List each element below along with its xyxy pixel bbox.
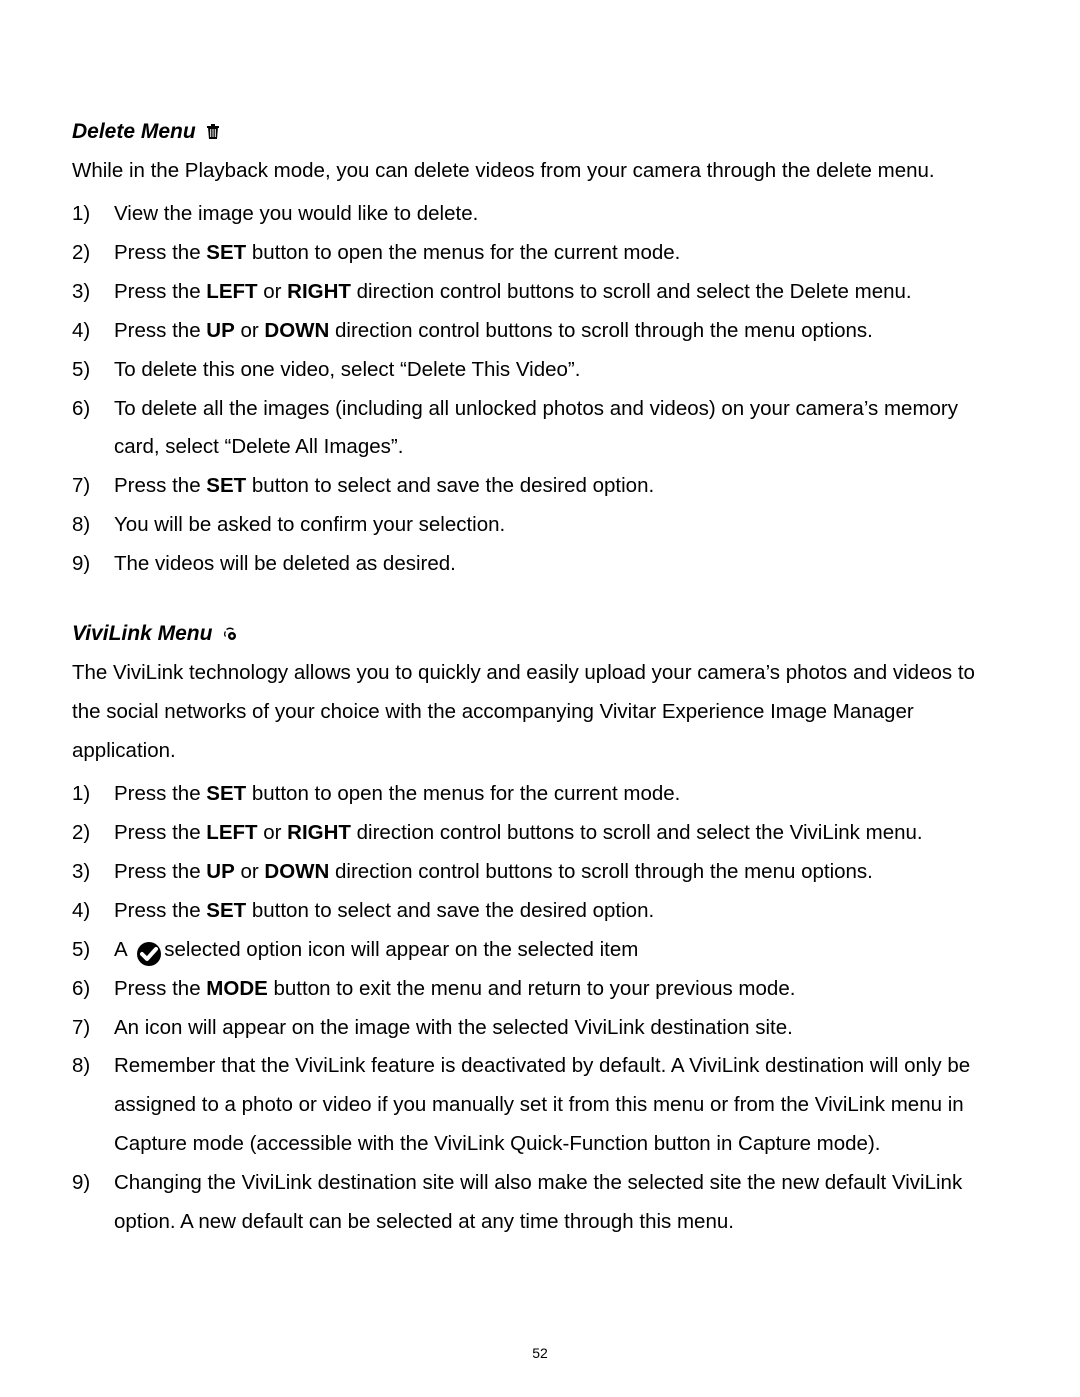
list-marker: 3): [72, 853, 114, 892]
list-marker: 3): [72, 273, 114, 312]
list-marker: 2): [72, 234, 114, 273]
list-text: An icon will appear on the image with th…: [114, 1009, 1008, 1048]
list-item: 8) Remember that the ViviLink feature is…: [72, 1047, 1008, 1164]
vivilink-icon: [222, 627, 238, 641]
vivilink-menu-title: ViviLink Menu: [72, 614, 212, 654]
list-text: Press the SET button to select and save …: [114, 892, 1008, 931]
checkmark-circle-icon: [136, 941, 162, 967]
delete-menu-title: Delete Menu: [72, 112, 196, 152]
list-text: Press the LEFT or RIGHT direction contro…: [114, 814, 1008, 853]
list-item: 2) Press the LEFT or RIGHT direction con…: [72, 814, 1008, 853]
list-text: The videos will be deleted as desired.: [114, 545, 1008, 584]
document-page: Delete Menu While in the Playback mode, …: [0, 0, 1080, 1397]
delete-menu-heading-row: Delete Menu: [72, 112, 1008, 152]
list-text: Press the MODE button to exit the menu a…: [114, 970, 1008, 1009]
list-marker: 9): [72, 1164, 114, 1203]
list-text: Press the SET button to open the menus f…: [114, 234, 1008, 273]
list-item: 9) The videos will be deleted as desired…: [72, 545, 1008, 584]
list-marker: 7): [72, 467, 114, 506]
list-item: 6) To delete all the images (including a…: [72, 390, 1008, 468]
list-marker: 6): [72, 390, 114, 429]
list-item: 4) Press the UP or DOWN direction contro…: [72, 312, 1008, 351]
delete-menu-steps: 1) View the image you would like to dele…: [72, 195, 1008, 584]
vivilink-menu-heading-row: ViviLink Menu: [72, 614, 1008, 654]
list-marker: 8): [72, 1047, 114, 1086]
list-text: Press the UP or DOWN direction control b…: [114, 312, 1008, 351]
list-item: 7) An icon will appear on the image with…: [72, 1009, 1008, 1048]
list-item: 2) Press the SET button to open the menu…: [72, 234, 1008, 273]
list-marker: 6): [72, 970, 114, 1009]
list-marker: 1): [72, 195, 114, 234]
list-marker: 7): [72, 1009, 114, 1048]
trash-icon: [206, 124, 220, 140]
list-item: 3) Press the UP or DOWN direction contro…: [72, 853, 1008, 892]
list-marker: 5): [72, 931, 114, 970]
list-item: 1) Press the SET button to open the menu…: [72, 775, 1008, 814]
vivilink-menu-intro: The ViviLink technology allows you to qu…: [72, 654, 1008, 771]
list-item: 7) Press the SET button to select and sa…: [72, 467, 1008, 506]
delete-menu-intro: While in the Playback mode, you can dele…: [72, 152, 1008, 191]
list-text: Press the LEFT or RIGHT direction contro…: [114, 273, 1008, 312]
list-marker: 1): [72, 775, 114, 814]
list-item: 9) Changing the ViviLink destination sit…: [72, 1164, 1008, 1242]
list-text: To delete all the images (including all …: [114, 390, 1008, 468]
list-marker: 5): [72, 351, 114, 390]
list-text: Press the UP or DOWN direction control b…: [114, 853, 1008, 892]
list-text: Remember that the ViviLink feature is de…: [114, 1047, 1008, 1164]
list-marker: 4): [72, 312, 114, 351]
list-text: A selected option icon will appear on th…: [114, 931, 1008, 970]
vivilink-menu-steps: 1) Press the SET button to open the menu…: [72, 775, 1008, 1242]
page-number: 52: [0, 1340, 1080, 1367]
list-text: View the image you would like to delete.: [114, 195, 1008, 234]
list-text: You will be asked to confirm your select…: [114, 506, 1008, 545]
list-marker: 9): [72, 545, 114, 584]
list-text: Changing the ViviLink destination site w…: [114, 1164, 1008, 1242]
list-item: 3) Press the LEFT or RIGHT direction con…: [72, 273, 1008, 312]
list-item: 5) A selected option icon will appear on…: [72, 931, 1008, 970]
list-text: To delete this one video, select “Delete…: [114, 351, 1008, 390]
list-marker: 2): [72, 814, 114, 853]
list-marker: 4): [72, 892, 114, 931]
list-item: 5) To delete this one video, select “Del…: [72, 351, 1008, 390]
list-marker: 8): [72, 506, 114, 545]
list-item: 1) View the image you would like to dele…: [72, 195, 1008, 234]
list-text: Press the SET button to open the menus f…: [114, 775, 1008, 814]
list-item: 6) Press the MODE button to exit the men…: [72, 970, 1008, 1009]
list-item: 8) You will be asked to confirm your sel…: [72, 506, 1008, 545]
list-text: Press the SET button to select and save …: [114, 467, 1008, 506]
list-item: 4) Press the SET button to select and sa…: [72, 892, 1008, 931]
